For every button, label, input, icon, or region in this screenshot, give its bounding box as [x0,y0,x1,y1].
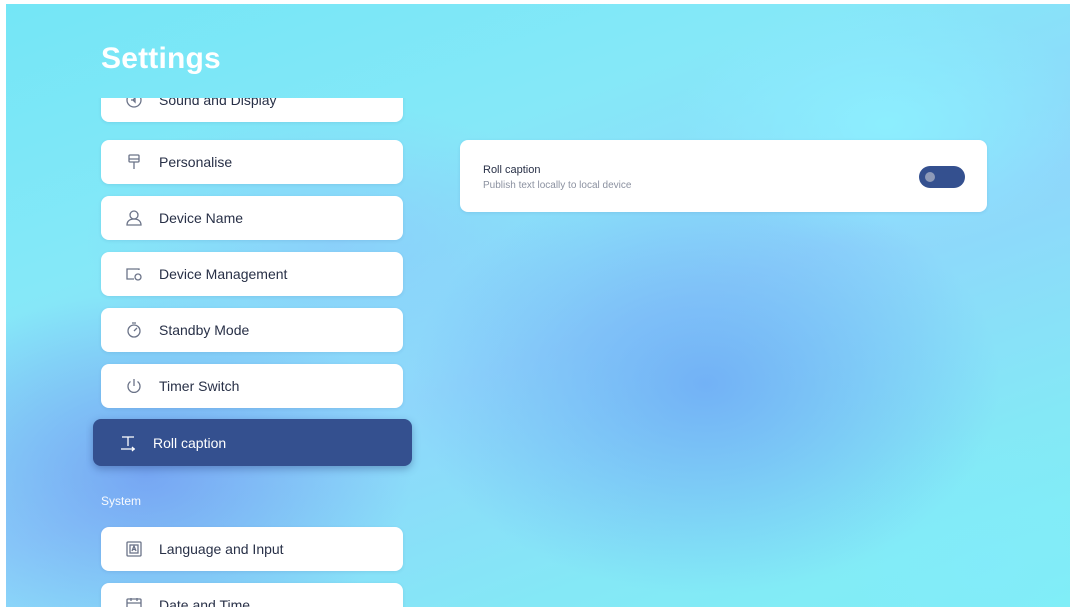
menu-item-personalise[interactable]: Personalise [101,140,403,184]
roll-caption-card: Roll caption Publish text locally to loc… [460,140,987,212]
menu-item-timer-switch[interactable]: Timer Switch [101,364,403,408]
sound-display-icon [125,98,143,109]
menu-item-label: Sound and Display [159,98,277,108]
settings-screen: Settings Sound and Display Personalise D… [6,4,1070,607]
page-title: Settings [101,42,221,75]
menu-item-language-input[interactable]: Language and Input [101,527,403,571]
roll-caption-title: Roll caption [483,164,541,176]
menu-item-label: Personalise [159,154,233,170]
menu-item-device-management[interactable]: Device Management [101,252,403,296]
menu-item-label: Standby Mode [159,322,250,338]
menu-item-label: Roll caption [153,434,227,451]
menu-item-label: Date and Time [159,597,251,607]
menu-item-device-name[interactable]: Device Name [101,196,403,240]
device-management-icon [125,265,143,283]
menu-item-label: Language and Input [159,541,284,557]
brush-icon [125,153,143,171]
timer-icon [125,321,143,339]
keyboard-a-icon [125,540,143,558]
power-icon [125,377,143,395]
roll-caption-description: Publish text locally to local device [483,180,632,191]
menu-item-label: Device Name [159,210,244,226]
calendar-icon [125,596,143,607]
settings-menu[interactable]: Sound and Display Personalise Device Nam… [86,98,426,607]
toggle-knob [925,172,935,182]
section-label-system: System [101,494,142,508]
text-scroll-icon [119,434,137,452]
menu-item-label: Device Management [159,266,288,282]
menu-item-label: Timer Switch [159,378,240,394]
menu-item-date-time[interactable]: Date and Time [101,583,403,607]
menu-item-roll-caption[interactable]: Roll caption [93,419,412,466]
menu-item-standby-mode[interactable]: Standby Mode [101,308,403,352]
menu-item-sound-display[interactable]: Sound and Display [101,98,403,122]
roll-caption-toggle[interactable] [919,166,965,188]
user-icon [125,209,143,227]
